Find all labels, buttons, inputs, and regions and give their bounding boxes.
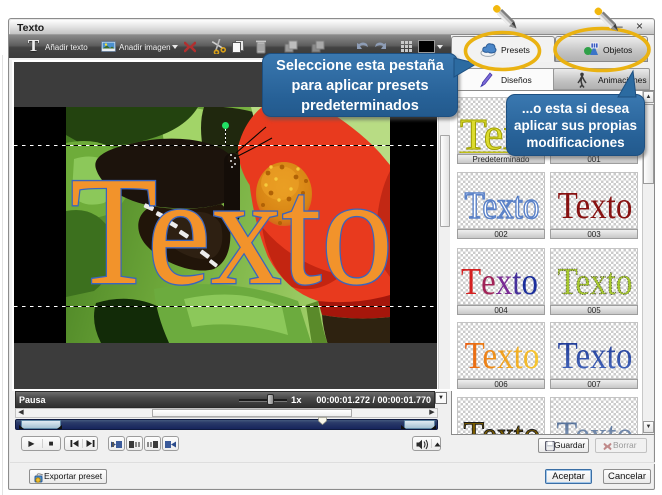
svg-text:Texto: Texto — [465, 334, 540, 377]
svg-text:Texto: Texto — [461, 260, 538, 303]
svg-text:Texto: Texto — [70, 145, 392, 317]
svg-text:Texto: Texto — [558, 334, 633, 377]
svg-text:Texto: Texto — [465, 184, 540, 227]
svg-text:Texto: Texto — [464, 413, 541, 435]
svg-text:Texto: Texto — [557, 413, 634, 435]
svg-text:Texto: Texto — [558, 184, 633, 227]
svg-text:Texto: Texto — [558, 260, 633, 303]
